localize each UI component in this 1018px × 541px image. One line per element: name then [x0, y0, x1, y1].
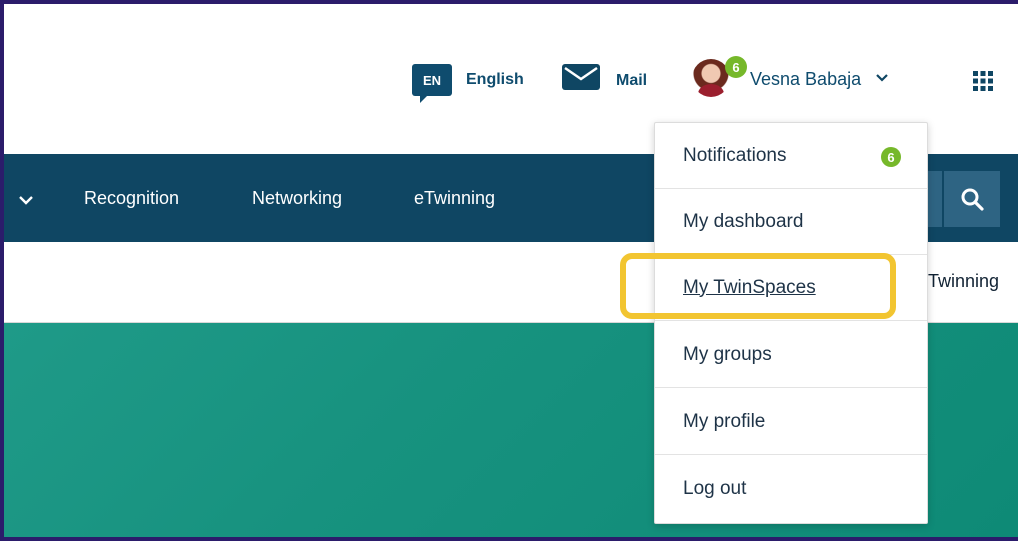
menu-item-my-groups[interactable]: My groups — [655, 322, 927, 388]
search-icon — [961, 188, 984, 211]
user-menu-toggle[interactable]: Vesna Babaja — [692, 59, 889, 97]
user-dropdown-menu: Notifications 6 My dashboard My TwinSpac… — [654, 122, 928, 524]
menu-item-label: Notifications — [683, 144, 787, 166]
menu-item-label: Log out — [683, 478, 747, 499]
subnav-item-twinning[interactable]: Twinning — [928, 271, 999, 292]
app-frame: EN English Mail Vesna Babaja 6 Recogniti… — [0, 0, 1018, 541]
nav-item-etwinning[interactable]: eTwinning — [414, 188, 495, 209]
apps-grid-icon[interactable] — [972, 70, 994, 92]
language-label: English — [466, 71, 524, 88]
nav-item-networking[interactable]: Networking — [252, 188, 342, 209]
chevron-down-icon — [876, 74, 888, 82]
menu-item-log-out[interactable]: Log out — [655, 456, 927, 522]
user-name: Vesna Babaja — [750, 68, 862, 89]
language-selector[interactable]: EN English — [412, 64, 524, 103]
menu-item-label: My groups — [683, 343, 772, 365]
menu-item-label: My profile — [683, 410, 766, 432]
notifications-count-badge: 6 — [881, 147, 901, 167]
mail-link[interactable]: Mail — [562, 64, 647, 90]
menu-item-my-dashboard[interactable]: My dashboard — [655, 189, 927, 255]
menu-item-label: My dashboard — [683, 210, 804, 232]
mail-icon — [562, 64, 600, 90]
notification-count-badge: 6 — [725, 56, 747, 78]
nav-item-recognition[interactable]: Recognition — [84, 188, 179, 209]
mail-label: Mail — [616, 72, 648, 89]
chevron-down-icon[interactable] — [18, 194, 34, 206]
language-code-badge: EN — [412, 64, 452, 103]
highlight-box — [620, 253, 896, 319]
menu-item-notifications[interactable]: Notifications 6 — [655, 123, 927, 189]
search-button[interactable] — [944, 171, 1000, 227]
menu-item-my-profile[interactable]: My profile — [655, 389, 927, 455]
